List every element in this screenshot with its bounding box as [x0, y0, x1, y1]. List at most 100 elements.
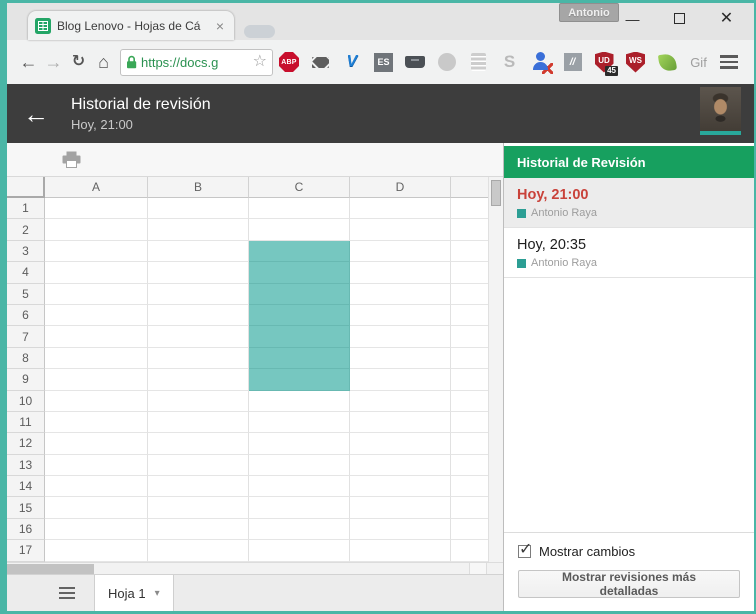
skype-disabled-icon[interactable]: S	[500, 52, 520, 72]
cell[interactable]	[148, 304, 249, 327]
sheet-tab[interactable]: Hoja 1 ▾	[94, 575, 174, 611]
vertical-scrollbar[interactable]	[488, 177, 503, 562]
cell[interactable]	[45, 411, 148, 434]
cell[interactable]	[350, 390, 451, 412]
cell[interactable]	[148, 198, 249, 220]
address-bar[interactable]: https://docs.g ☆	[120, 48, 273, 76]
cell[interactable]	[350, 518, 451, 541]
cell[interactable]	[45, 540, 148, 562]
cell[interactable]	[350, 433, 451, 455]
cell[interactable]	[350, 476, 451, 498]
cell[interactable]	[249, 219, 350, 241]
row-header[interactable]: 4	[7, 262, 45, 284]
cell[interactable]	[45, 497, 148, 519]
cell[interactable]	[350, 198, 451, 220]
row-header[interactable]: 14	[7, 476, 45, 498]
horizontal-scrollbar-thumb[interactable]	[7, 564, 94, 574]
show-changes-checkbox[interactable]	[518, 539, 532, 558]
row-header[interactable]: 17	[7, 540, 45, 562]
cell[interactable]	[249, 304, 350, 327]
close-button[interactable]: ✕	[703, 3, 750, 34]
cell[interactable]	[148, 390, 249, 412]
forward-button[interactable]: →	[41, 53, 66, 71]
row-header[interactable]: 5	[7, 283, 45, 305]
es-translator-icon[interactable]: ES	[374, 52, 394, 72]
column-header[interactable]: D	[350, 177, 451, 198]
cell[interactable]	[249, 262, 350, 284]
cell[interactable]	[249, 198, 350, 220]
tab-close-icon[interactable]: ×	[213, 19, 227, 33]
column-header[interactable]: C	[249, 177, 350, 198]
cell[interactable]	[148, 518, 249, 541]
cell[interactable]	[249, 283, 350, 305]
cell[interactable]	[45, 240, 148, 263]
cell[interactable]	[249, 454, 350, 477]
cell[interactable]	[45, 433, 148, 455]
cell[interactable]	[249, 411, 350, 434]
cell[interactable]	[350, 283, 451, 305]
reload-button[interactable]: ↻	[66, 54, 91, 70]
gif-icon[interactable]: Gif	[689, 52, 709, 72]
cell[interactable]	[350, 326, 451, 348]
cell[interactable]	[45, 326, 148, 348]
home-button[interactable]: ⌂	[91, 53, 116, 71]
cell[interactable]	[148, 326, 249, 348]
cell[interactable]	[249, 326, 350, 348]
cell[interactable]	[45, 283, 148, 305]
row-header[interactable]: 16	[7, 518, 45, 541]
cell[interactable]	[148, 540, 249, 562]
cell[interactable]	[249, 240, 350, 263]
back-arrow-icon[interactable]: ←	[23, 101, 49, 127]
print-icon[interactable]	[62, 151, 81, 168]
row-header[interactable]: 2	[7, 219, 45, 241]
cell[interactable]	[350, 219, 451, 241]
cell[interactable]	[350, 540, 451, 562]
cell[interactable]	[148, 283, 249, 305]
all-sheets-menu-icon[interactable]	[55, 583, 79, 604]
cell[interactable]	[249, 497, 350, 519]
cell[interactable]	[45, 518, 148, 541]
cell[interactable]	[45, 476, 148, 498]
cell[interactable]	[148, 433, 249, 455]
contact-remove-icon[interactable]	[531, 52, 553, 74]
cell[interactable]	[249, 347, 350, 370]
minimize-button[interactable]: —	[609, 3, 656, 34]
cell[interactable]	[350, 347, 451, 370]
cell[interactable]	[350, 240, 451, 263]
notes-disabled-icon[interactable]	[468, 52, 488, 72]
cell[interactable]	[148, 476, 249, 498]
cell[interactable]	[148, 240, 249, 263]
row-header[interactable]: 15	[7, 497, 45, 519]
cell[interactable]	[148, 454, 249, 477]
mail-icon[interactable]	[311, 52, 331, 72]
cell[interactable]	[249, 390, 350, 412]
cell[interactable]	[45, 219, 148, 241]
chrome-menu-icon[interactable]	[713, 49, 745, 75]
bookmark-star-icon[interactable]: ☆	[253, 54, 267, 70]
ws-shield-icon[interactable]: WS	[626, 51, 646, 73]
row-header[interactable]: 8	[7, 347, 45, 370]
ud-shield-icon[interactable]: UD 45	[594, 51, 618, 76]
globe-disabled-icon[interactable]	[437, 52, 457, 72]
cell[interactable]	[148, 369, 249, 391]
cell[interactable]	[350, 304, 451, 327]
dark-widget-icon[interactable]	[405, 52, 425, 72]
show-changes-row[interactable]: Mostrar cambios	[518, 539, 740, 559]
horizontal-scrollbar[interactable]	[7, 562, 503, 574]
maximize-button[interactable]	[656, 3, 703, 34]
vertical-scrollbar-thumb[interactable]	[491, 180, 501, 206]
cell[interactable]	[45, 262, 148, 284]
revision-item[interactable]: Hoy, 20:35 Antonio Raya	[504, 228, 754, 278]
detailed-revisions-button[interactable]: Mostrar revisiones más detalladas	[518, 570, 740, 598]
cell[interactable]	[249, 540, 350, 562]
adblock-plus-icon[interactable]: ABP	[279, 52, 299, 72]
row-header[interactable]: 9	[7, 369, 45, 391]
cell[interactable]	[249, 433, 350, 455]
cell[interactable]	[148, 347, 249, 370]
column-header[interactable]: A	[45, 177, 148, 198]
cell[interactable]	[249, 369, 350, 391]
cell[interactable]	[45, 390, 148, 412]
cell[interactable]	[350, 497, 451, 519]
cell[interactable]	[148, 411, 249, 434]
cell[interactable]	[350, 411, 451, 434]
